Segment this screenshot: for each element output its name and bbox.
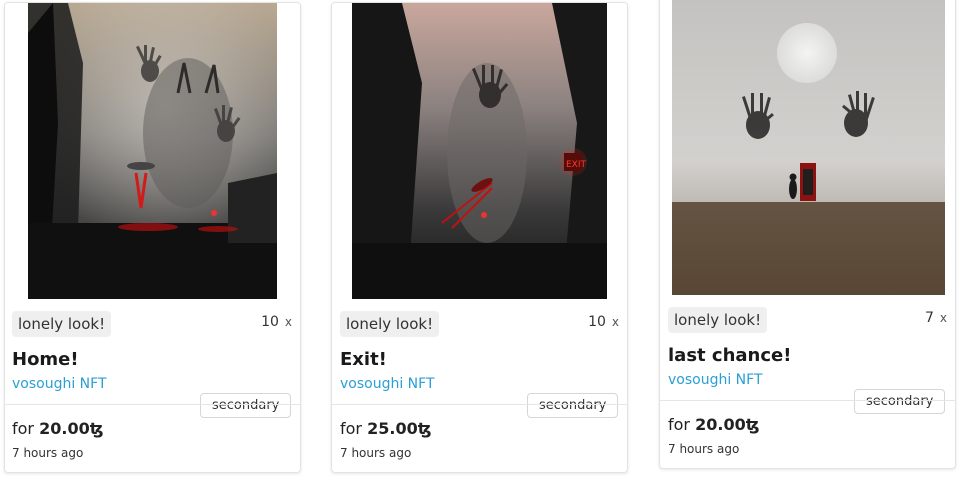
market-badge: secondary xyxy=(527,393,619,418)
market-badge: secondary xyxy=(854,389,946,414)
edition-count-suffix: x xyxy=(939,311,947,325)
price-line: for 20.00ꜩ xyxy=(12,419,103,438)
price-value: 25.00ꜩ xyxy=(367,419,432,438)
edition-count-value: 7 xyxy=(924,310,934,326)
collection-tag[interactable]: lonely look! xyxy=(340,311,440,337)
edition-count-value: 10 xyxy=(261,314,279,330)
nft-title[interactable]: last chance! xyxy=(668,345,791,366)
creator-link[interactable]: vosoughi NFT xyxy=(340,376,435,392)
nft-artwork-image[interactable] xyxy=(660,0,955,295)
nft-title[interactable]: Exit! xyxy=(340,349,387,370)
nft-title[interactable]: Home! xyxy=(12,349,79,370)
creator-link[interactable]: vosoughi NFT xyxy=(12,376,107,392)
price-value: 20.00ꜩ xyxy=(695,415,760,434)
price-prefix: for xyxy=(340,419,362,438)
price-prefix: for xyxy=(12,419,34,438)
nft-card[interactable]: lonely look! 10 x Home! vosoughi NFT seco… xyxy=(4,2,301,473)
edition-count-suffix: x xyxy=(611,315,619,329)
edition-count: 7x xyxy=(925,310,947,326)
market-badge: secondary xyxy=(200,393,292,418)
listing-time: 7 hours ago xyxy=(340,446,412,460)
price-prefix: for xyxy=(668,415,690,434)
nft-card[interactable]: EXIT lonely look! 10 x Exit! vosoughi NFT… xyxy=(331,2,628,473)
price-line: for 20.00ꜩ xyxy=(668,415,759,434)
nft-artwork-image[interactable]: EXIT xyxy=(332,3,627,299)
card-divider xyxy=(5,404,300,405)
creator-link[interactable]: vosoughi NFT xyxy=(668,372,763,388)
edition-count: 10 x xyxy=(588,314,619,330)
listing-time: 7 hours ago xyxy=(12,446,84,460)
collection-tag[interactable]: lonely look! xyxy=(12,311,112,337)
card-divider xyxy=(660,400,955,401)
artwork-art xyxy=(28,3,277,299)
card-divider xyxy=(332,404,627,405)
nft-card[interactable]: lonely look! 7x last chance! vosoughi NF… xyxy=(659,0,956,469)
collection-tag[interactable]: lonely look! xyxy=(668,307,768,333)
price-line: for 25.00ꜩ xyxy=(340,419,431,438)
edition-count-suffix: x xyxy=(284,315,292,329)
edition-count: 10 x xyxy=(261,314,292,330)
artwork-art: EXIT xyxy=(352,3,607,299)
nft-artwork-image[interactable] xyxy=(5,3,300,299)
edition-count-value: 10 xyxy=(588,314,606,330)
listing-time: 7 hours ago xyxy=(668,442,740,456)
price-value: 20.00ꜩ xyxy=(39,419,104,438)
artwork-art xyxy=(672,0,945,295)
